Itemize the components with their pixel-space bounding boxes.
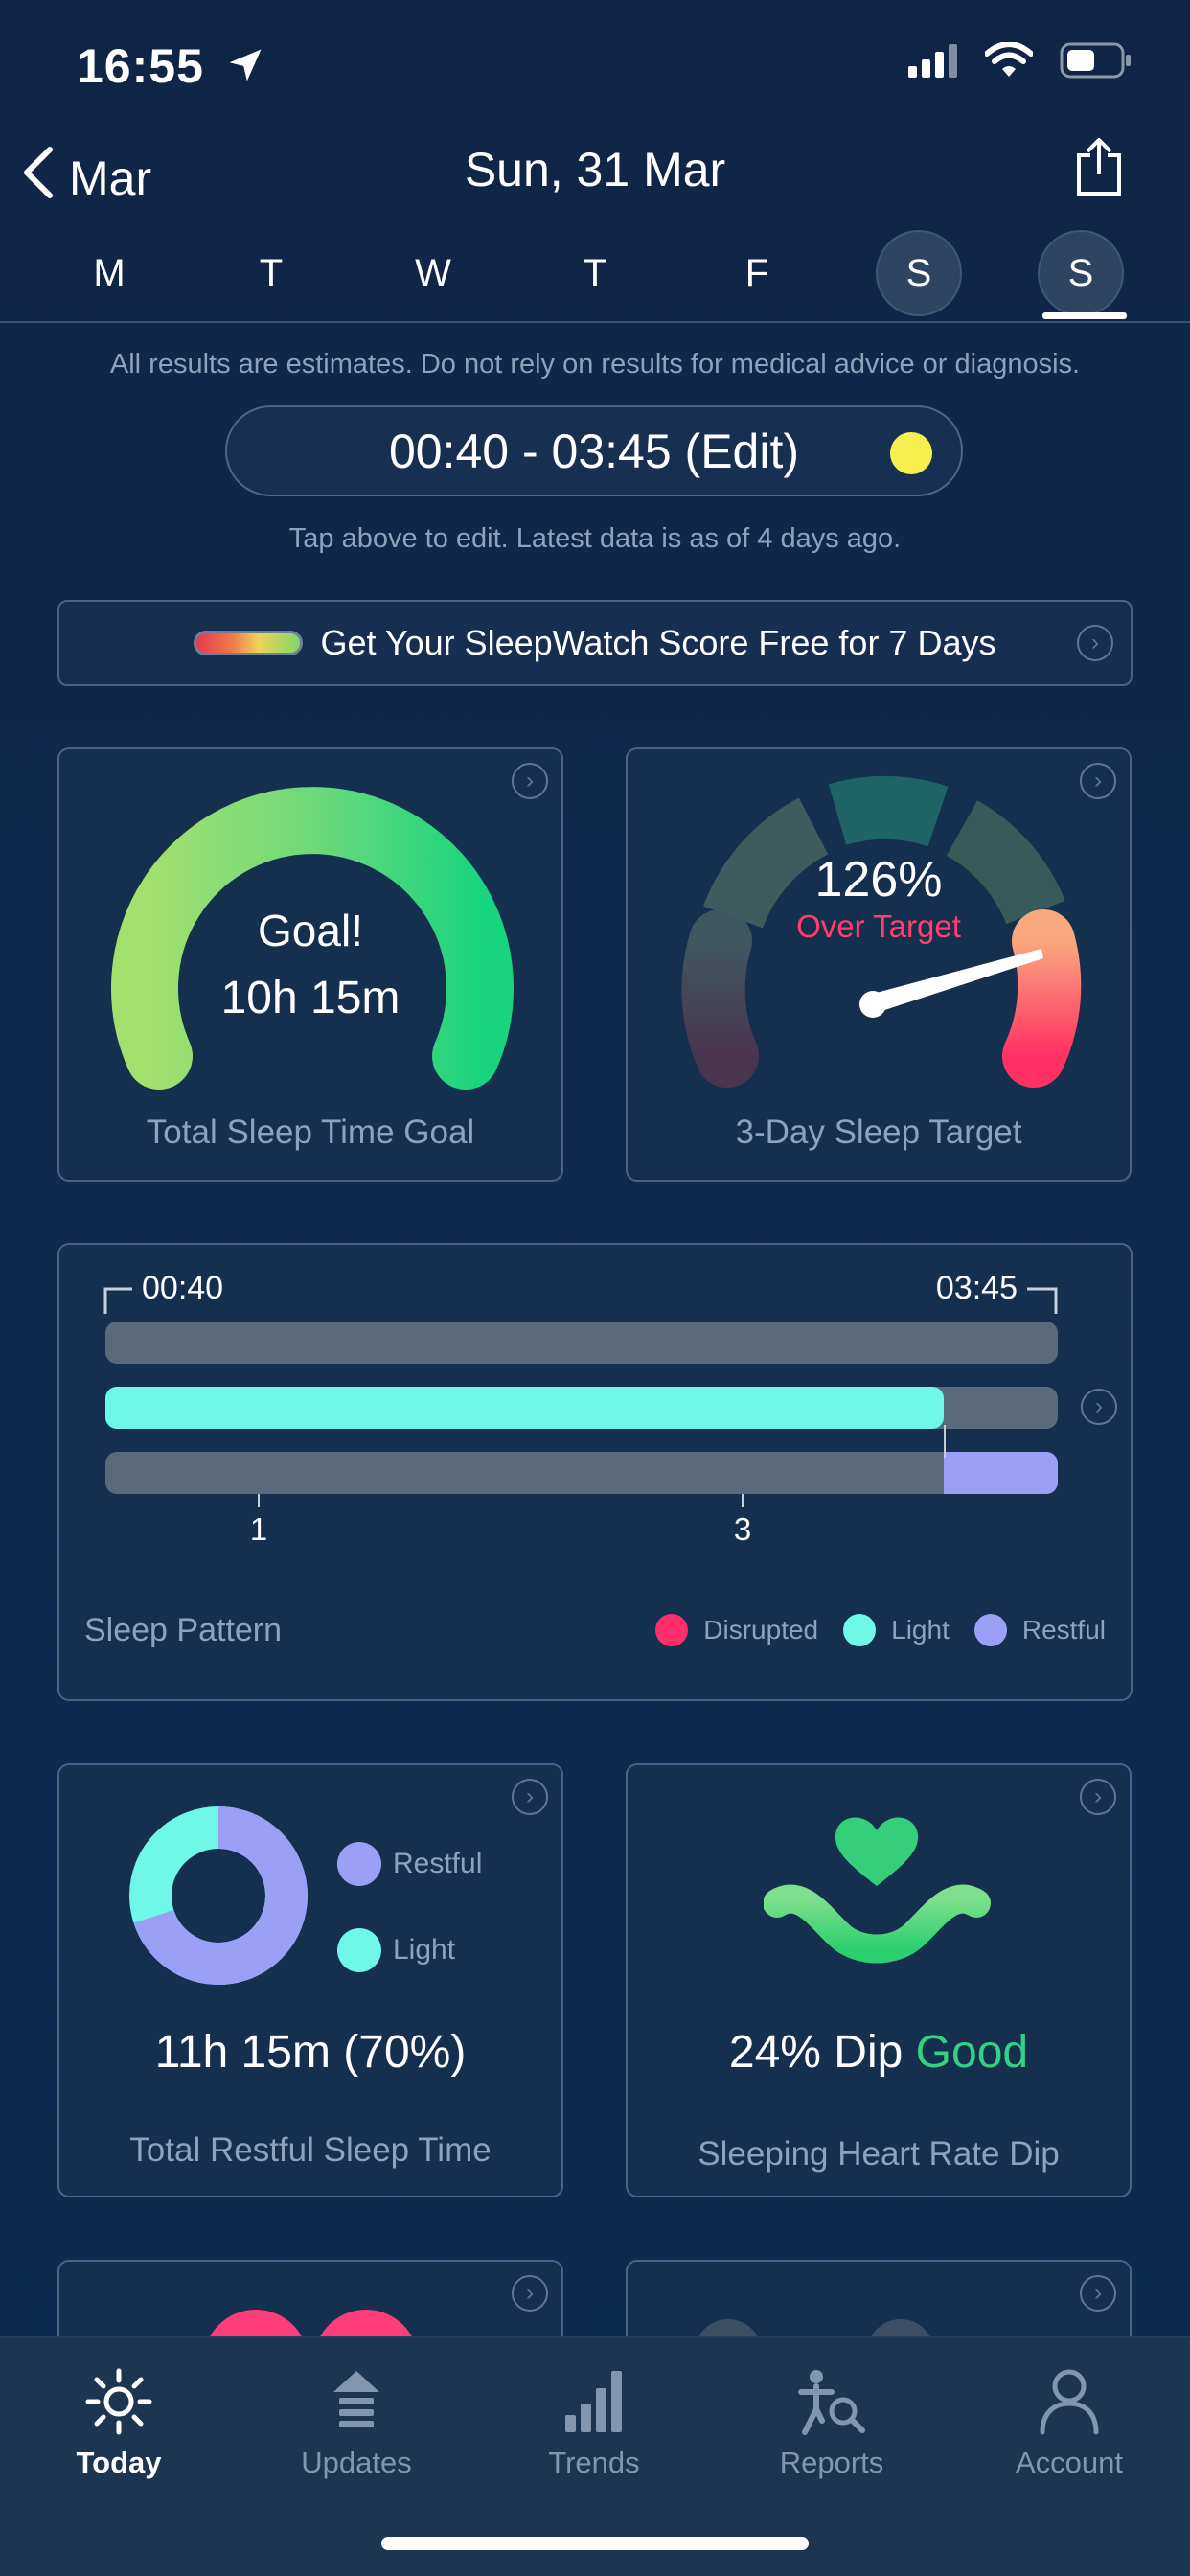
location-arrow-icon	[224, 42, 266, 98]
legend-restful: Restful	[393, 1848, 483, 1879]
pattern-end-time: 03:45	[935, 1270, 1018, 1306]
updates-icon	[333, 2371, 379, 2427]
chevron-right-icon: ›	[512, 2275, 548, 2312]
chevron-right-icon: ›	[1077, 625, 1113, 661]
selected-day-indicator	[1042, 312, 1127, 319]
target-status: Over Target	[796, 908, 961, 944]
pattern-legend: Disrupted Light Restful	[655, 1614, 1106, 1646]
card-label: Sleeping Heart Rate Dip	[698, 2135, 1060, 2173]
time-range-edit-button[interactable]: 00:40 - 03:45 (Edit)	[225, 405, 963, 496]
share-icon	[1075, 138, 1123, 201]
legend-light: Light	[393, 1934, 456, 1966]
light-dot-icon	[843, 1614, 877, 1646]
pattern-start-time: 00:40	[142, 1270, 224, 1306]
card-label: Total Restful Sleep Time	[129, 2131, 492, 2169]
battery-icon	[1060, 42, 1133, 83]
day-thursday[interactable]: T	[552, 230, 638, 316]
legend-disrupted: Disrupted	[703, 1615, 819, 1644]
transition-line	[944, 1425, 946, 1458]
tab-label: Trends	[548, 2446, 640, 2479]
tab-label: Today	[76, 2446, 162, 2479]
end-bracket-icon	[1027, 1287, 1058, 1314]
target-percent: 126%	[814, 852, 943, 908]
chevron-right-icon: ›	[1080, 2275, 1116, 2312]
heart-dip-icon	[764, 1817, 991, 1964]
card-label: Total Sleep Time Goal	[146, 1114, 475, 1151]
light-dot-icon	[337, 1928, 381, 1972]
pattern-tracks	[105, 1322, 1058, 1513]
week-selector: M T W T F S S	[0, 230, 1190, 326]
chevron-right-icon: ›	[1080, 1779, 1116, 1815]
sun-icon	[85, 2368, 152, 2435]
time-range-label: 00:40 - 03:45 (Edit)	[388, 424, 800, 478]
reports-icon	[798, 2370, 865, 2435]
restful-segment	[944, 1452, 1058, 1494]
restful-legend-item: Restful	[337, 1842, 482, 1886]
start-bracket-icon	[103, 1287, 132, 1314]
score-meter-icon	[194, 631, 304, 656]
goal-line1: Goal!	[258, 906, 363, 955]
chevron-right-icon: ›	[1081, 1389, 1117, 1425]
home-indicator	[381, 2537, 809, 2550]
sleep-pattern-card[interactable]: 00:40 03:45 › 1 3 Sleep Pattern Disrupte…	[57, 1243, 1133, 1701]
tick-mark	[742, 1494, 744, 1507]
wifi-icon	[984, 41, 1034, 83]
person-icon	[1040, 2369, 1099, 2435]
tick-mark	[258, 1494, 260, 1507]
light-segment	[105, 1387, 944, 1429]
status-icons	[908, 41, 1133, 83]
sleep-goal-card[interactable]: › Goal! 10h 15m Total Sleep Time Goal	[57, 748, 563, 1182]
tab-updates[interactable]: Updates	[261, 2367, 452, 2480]
tap-note: Tap above to edit. Latest data is as of …	[288, 523, 902, 554]
legend-restful: Restful	[1021, 1615, 1106, 1644]
legend-light: Light	[891, 1615, 950, 1644]
status-time: 16:55	[77, 38, 266, 98]
tick-label: 1	[249, 1511, 268, 1547]
goal-line2: 10h 15m	[220, 973, 400, 1024]
heart-dip-value: 24% Dip Good	[628, 2026, 1130, 2079]
header-date: Sun, 31 Mar	[464, 143, 726, 196]
day-monday[interactable]: M	[66, 230, 152, 316]
disrupted-track	[105, 1322, 1058, 1364]
sleep-target-card[interactable]: › 126% Over Target 3-Day Sleep Target	[626, 748, 1132, 1182]
disrupted-dot-icon	[655, 1614, 689, 1646]
card-label: 3-Day Sleep Target	[735, 1114, 1022, 1151]
restful-dot-icon	[337, 1842, 381, 1886]
promo-label: Get Your SleepWatch Score Free for 7 Day…	[320, 623, 996, 662]
tab-reports[interactable]: Reports	[736, 2367, 927, 2480]
tab-label: Account	[1015, 2446, 1123, 2479]
day-wednesday[interactable]: W	[390, 230, 476, 316]
day-saturday[interactable]: S	[876, 230, 962, 316]
signal-icon	[908, 43, 958, 82]
sun-status-icon	[890, 432, 932, 474]
day-friday[interactable]: F	[714, 230, 800, 316]
share-button[interactable]	[1075, 136, 1123, 202]
header-divider	[0, 321, 1190, 323]
tab-trends[interactable]: Trends	[498, 2367, 690, 2480]
tab-today[interactable]: Today	[23, 2367, 215, 2480]
disclaimer: All results are estimates. Do not rely o…	[109, 349, 1081, 380]
tab-account[interactable]: Account	[973, 2367, 1165, 2480]
restful-donut-chart	[129, 1806, 308, 1985]
restful-track	[105, 1452, 1058, 1494]
tab-label: Updates	[301, 2446, 412, 2479]
dip-percent: 24% Dip	[728, 2027, 904, 2078]
tab-label: Reports	[779, 2446, 884, 2479]
chevron-right-icon: ›	[512, 1779, 548, 1815]
heart-rate-dip-card[interactable]: › 24% Dip Good Sleeping Heart Rate Dip	[626, 1763, 1132, 2197]
light-legend-item: Light	[337, 1928, 455, 1972]
restful-sleep-card[interactable]: › Restful Light 11h 15m (70%) Total Rest…	[57, 1763, 563, 2197]
dip-rating: Good	[915, 2027, 1029, 2078]
bar-chart-icon	[565, 2371, 622, 2432]
pattern-label: Sleep Pattern	[84, 1612, 283, 1648]
restful-value: 11h 15m (70%)	[154, 2027, 467, 2078]
day-sunday[interactable]: S	[1038, 230, 1124, 316]
tick-label: 3	[733, 1511, 752, 1547]
promo-banner[interactable]: Get Your SleepWatch Score Free for 7 Day…	[57, 600, 1133, 686]
day-tuesday[interactable]: T	[228, 230, 314, 316]
restful-dot-icon	[973, 1614, 1007, 1646]
